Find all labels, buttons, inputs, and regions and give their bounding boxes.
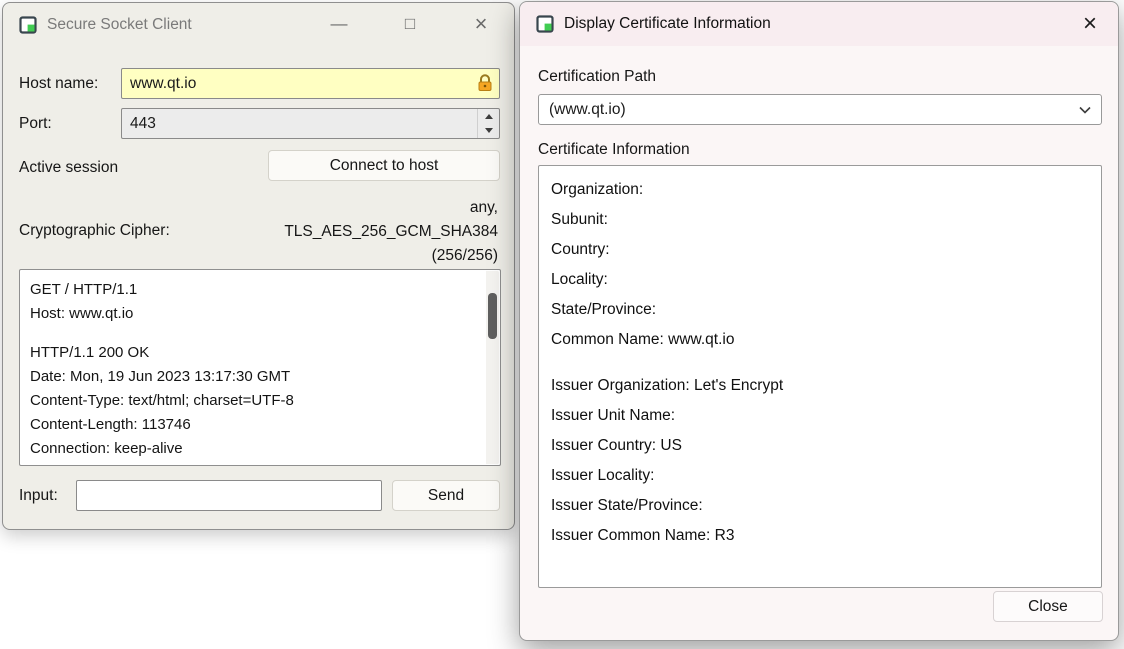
cert-info-line <box>551 355 1087 371</box>
maximize-button[interactable]: □ <box>387 7 433 41</box>
dialog-titlebar[interactable]: Display Certificate Information × <box>520 2 1118 46</box>
log-line: Content-Type: text/html; charset=UTF-8 <box>30 389 474 413</box>
log-line: GET / HTTP/1.1 <box>30 278 474 302</box>
cert-info-line: Issuer Common Name: R3 <box>551 521 1087 551</box>
cert-info-line: Issuer State/Province: <box>551 491 1087 521</box>
caption-buttons: — □ × <box>316 7 504 41</box>
dialog-close-button[interactable]: Close <box>993 591 1103 622</box>
minimize-button[interactable]: — <box>316 7 362 41</box>
close-button[interactable]: × <box>458 7 504 41</box>
combobox-selected-value: (www.qt.io) <box>549 101 626 119</box>
log-line: Content-Length: 113746 <box>30 413 474 437</box>
app-icon <box>19 16 37 34</box>
log-line: Date: Mon, 19 Jun 2023 13:17:30 GMT <box>30 365 474 389</box>
padlock-icon[interactable] <box>475 73 495 93</box>
close-button[interactable]: × <box>1070 6 1110 42</box>
window-title: Secure Socket Client <box>47 16 192 34</box>
certificate-information-label: Certificate Information <box>538 141 690 159</box>
port-spin-buttons <box>477 109 499 138</box>
cert-info-line: Issuer Country: US <box>551 431 1087 461</box>
certificate-info-textarea[interactable]: Organization: Subunit: Country: Locality… <box>538 165 1102 588</box>
cert-info-line: Locality: <box>551 265 1087 295</box>
cert-info-line: Subunit: <box>551 205 1087 235</box>
hostname-label: Host name: <box>19 75 98 93</box>
log-line <box>30 326 474 341</box>
hostname-field-wrap <box>121 68 500 99</box>
log-line: HTTP/1.1 200 OK <box>30 341 474 365</box>
spin-down-icon <box>485 128 493 133</box>
certification-path-label: Certification Path <box>538 68 656 86</box>
cert-info-line: Issuer Unit Name: <box>551 401 1087 431</box>
send-button[interactable]: Send <box>392 480 500 511</box>
cipher-value: any, TLS_AES_256_GCM_SHA384 (256/256) <box>138 196 498 268</box>
cert-info-line: Common Name: www.qt.io <box>551 325 1087 355</box>
hostname-input[interactable] <box>121 68 500 99</box>
cert-info-line: Issuer Locality: <box>551 461 1087 491</box>
cert-info-line: Issuer Organization: Let's Encrypt <box>551 371 1087 401</box>
port-input[interactable] <box>121 108 500 139</box>
log-line: Connection: keep-alive <box>30 437 474 461</box>
cipher-line: TLS_AES_256_GCM_SHA384 <box>138 220 498 244</box>
certification-path-combobox[interactable]: (www.qt.io) <box>538 94 1102 125</box>
certificate-info-dialog: Display Certificate Information × Certif… <box>519 1 1119 641</box>
app-icon <box>536 15 554 33</box>
cert-info-line: Organization: <box>551 175 1087 205</box>
connect-to-host-button[interactable]: Connect to host <box>268 150 500 181</box>
chevron-down-icon <box>1079 106 1091 114</box>
input-label: Input: <box>19 487 58 505</box>
cert-info-line: Country: <box>551 235 1087 265</box>
secure-socket-client-window: Secure Socket Client — □ × Host name: Po… <box>2 2 515 530</box>
client-titlebar[interactable]: Secure Socket Client — □ × <box>3 3 514 47</box>
log-scrollbar-track[interactable] <box>486 271 499 464</box>
log-scrollbar-thumb[interactable] <box>488 293 497 339</box>
message-input[interactable] <box>76 480 382 511</box>
cert-info-line: State/Province: <box>551 295 1087 325</box>
spin-down-button[interactable] <box>478 124 499 139</box>
session-log-textarea[interactable]: GET / HTTP/1.1 Host: www.qt.io HTTP/1.1 … <box>19 269 501 466</box>
port-label: Port: <box>19 115 52 133</box>
active-session-label: Active session <box>19 159 118 177</box>
spin-up-button[interactable] <box>478 109 499 124</box>
log-line: Host: www.qt.io <box>30 302 474 326</box>
cipher-line: (256/256) <box>138 244 498 268</box>
cipher-line: any, <box>138 196 498 220</box>
port-spinbox <box>121 108 500 139</box>
spin-up-icon <box>485 114 493 119</box>
dialog-title: Display Certificate Information <box>564 15 771 33</box>
